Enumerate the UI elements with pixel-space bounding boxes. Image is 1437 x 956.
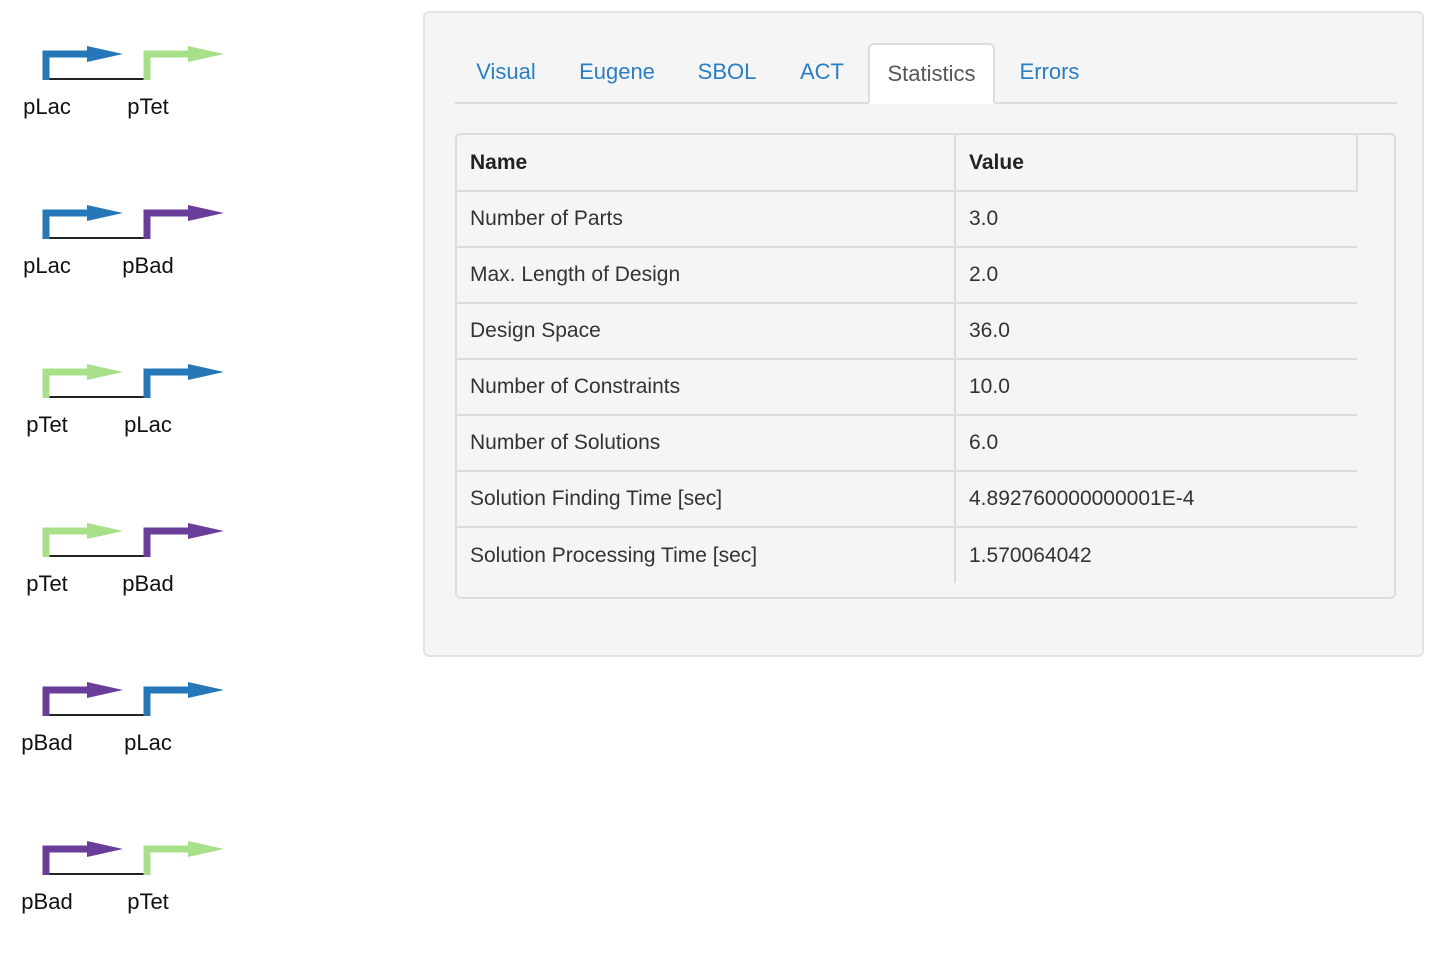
design-item: pBad pLac [0, 680, 260, 790]
part-label: pLac [23, 94, 71, 119]
promoter-arrow-head [87, 682, 123, 698]
promoter-stem [42, 368, 89, 398]
stat-name: Number of Constraints [457, 359, 956, 416]
column-header-value: Value [955, 135, 1358, 192]
part-label: pBad [21, 730, 73, 755]
table-row: Max. Length of Design 2.0 [457, 247, 1357, 304]
promoter-stem [143, 845, 190, 875]
design-glyph [42, 364, 224, 398]
part-label: pTet [127, 889, 169, 914]
promoter-arrow-head [87, 46, 123, 62]
design-item: pBad pTet [0, 839, 260, 949]
design-glyph [42, 682, 224, 716]
tab-bar: Visual Eugene SBOL ACT Statistics Errors [455, 43, 1397, 104]
tab-sbol[interactable]: SBOL [683, 43, 771, 102]
tab-statistics[interactable]: Statistics [868, 43, 995, 104]
tab-visual[interactable]: Visual [459, 43, 553, 102]
promoter-stem [143, 209, 190, 239]
design-glyph [42, 46, 224, 80]
table-row: Solution Finding Time [sec] 4.8927600000… [457, 471, 1357, 528]
stat-value: 36.0 [955, 303, 1357, 360]
promoter-stem [42, 845, 89, 875]
stat-value: 1.570064042 [969, 543, 1092, 567]
stat-name: Number of Parts [457, 191, 956, 248]
statistics-panel: Visual Eugene SBOL ACT Statistics Errors… [423, 11, 1424, 657]
statistics-table: Name Value Number of Parts 3.0 Max. Leng… [455, 133, 1396, 599]
tab-errors[interactable]: Errors [1005, 43, 1094, 102]
design-item: pTet pLac [0, 362, 260, 472]
design-item: pTet pBad [0, 521, 260, 631]
table-row: Number of Constraints 10.0 [457, 359, 1357, 416]
promoter-stem [143, 368, 190, 398]
table-row: Number of Parts 3.0 [457, 191, 1357, 248]
part-label: pLac [23, 253, 71, 278]
stat-name: Solution Processing Time [sec] [457, 527, 956, 583]
tab-act[interactable]: ACT [781, 43, 863, 102]
promoter-stem [143, 527, 190, 557]
stat-value: 2.0 [955, 247, 1357, 304]
design-glyph [42, 841, 224, 875]
part-label: pBad [122, 571, 174, 596]
stat-name: Number of Solutions [457, 415, 956, 472]
promoter-stem [42, 209, 89, 239]
promoter-stem [42, 50, 89, 80]
part-label: pBad [21, 889, 73, 914]
stat-value: 4.892760000000001E-4 [955, 471, 1357, 528]
design-item: pLac pBad [0, 203, 260, 313]
stat-name: Solution Finding Time [sec] [457, 471, 956, 528]
part-label: pLac [124, 730, 172, 755]
part-label: pTet [26, 412, 68, 437]
design-item: pLac pTet [0, 44, 260, 154]
stat-value: 6.0 [955, 415, 1357, 472]
design-glyph [42, 205, 224, 239]
stat-value: 10.0 [955, 359, 1357, 416]
promoter-arrow-head [188, 364, 224, 380]
promoter-arrow-head [87, 205, 123, 221]
promoter-arrow-head [188, 205, 224, 221]
part-label: pBad [122, 253, 174, 278]
promoter-arrow-head [188, 46, 224, 62]
stat-name: Design Space [457, 303, 956, 360]
promoter-arrow-head [87, 841, 123, 857]
part-label: pLac [124, 412, 172, 437]
table-row: Number of Solutions 6.0 [457, 415, 1357, 472]
design-glyph [42, 523, 224, 557]
promoter-stem [143, 686, 190, 716]
promoter-arrow-head [188, 523, 224, 539]
table-row: Solution Processing Time [sec] 1.5700640… [457, 527, 1357, 583]
promoter-stem [42, 527, 89, 557]
promoter-arrow-head [188, 682, 224, 698]
column-header-name: Name [457, 135, 956, 192]
part-label: pTet [127, 94, 169, 119]
part-label: pTet [26, 571, 68, 596]
promoter-stem [143, 50, 190, 80]
stat-value: 3.0 [955, 191, 1357, 248]
promoter-arrow-head [87, 364, 123, 380]
promoter-arrow-head [188, 841, 224, 857]
promoter-stem [42, 686, 89, 716]
table-row: Design Space 36.0 [457, 303, 1357, 360]
design-list: pLac pTet pLac pBad pTet pLac pTet pBad pBad pLac… [0, 0, 420, 956]
stat-name: Max. Length of Design [457, 247, 956, 304]
table-header-row: Name Value [457, 135, 1358, 192]
promoter-arrow-head [87, 523, 123, 539]
tab-eugene[interactable]: Eugene [563, 43, 671, 102]
